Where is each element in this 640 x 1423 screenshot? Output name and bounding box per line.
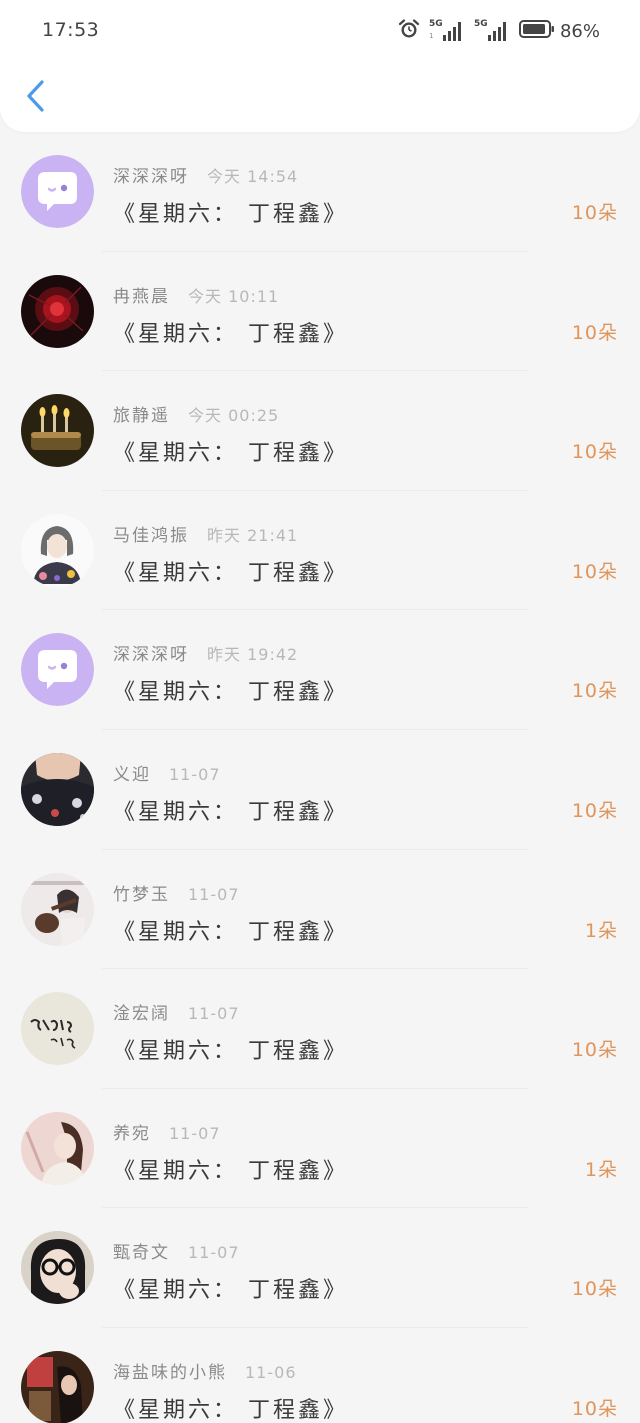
list-item-10[interactable]: 甄奇文 11-07 《星期六： 丁程鑫》 10朵 (0, 1208, 640, 1328)
flower-count: 10朵 (571, 1039, 618, 1062)
list-item-1[interactable]: 深深深呀 今天 14:54 《星期六： 丁程鑫》 10朵 (0, 132, 640, 252)
sender-name[interactable]: 旅静遥 (113, 401, 170, 426)
list-item-9[interactable]: 养宛 11-07 《星期六： 丁程鑫》 1朵 (0, 1089, 640, 1209)
list-item-3[interactable]: 旅静遥 今天 00:25 《星期六： 丁程鑫》 10朵 (0, 371, 640, 491)
item-meta: 海盐味的小熊 11-06 (113, 1358, 297, 1383)
sender-name[interactable]: 深深深呀 (113, 162, 189, 187)
back-button[interactable] (18, 78, 54, 118)
item-title: 《星期六： 丁程鑫》 (113, 202, 348, 227)
signal-5g-icon-2: 5G (474, 19, 510, 43)
item-meta: 养宛 11-07 (113, 1119, 221, 1144)
avatar-glasses-girl[interactable] (21, 1231, 94, 1305)
list-item-7[interactable]: 竹梦玉 11-07 《星期六： 丁程鑫》 1朵 (0, 850, 640, 970)
avatar-floral-dress[interactable] (21, 752, 94, 826)
flower-count: 10朵 (571, 321, 618, 344)
sender-name[interactable]: 甄奇文 (113, 1238, 170, 1263)
timestamp: 昨天 21:41 (207, 525, 299, 545)
avatar-red-flower[interactable] (21, 274, 94, 348)
list-item-4[interactable]: 马佳鸿振 昨天 21:41 《星期六： 丁程鑫》 10朵 (0, 491, 640, 611)
timestamp: 今天 14:54 (207, 167, 299, 186)
list-item-5[interactable]: 深深深呀 昨天 19:42 《星期六： 丁程鑫》 10朵 (0, 610, 640, 730)
status-icons: 5G 1 5G 86% (398, 18, 600, 44)
timestamp: 11-07 (169, 1123, 221, 1143)
item-title: 《星期六： 丁程鑫》 (113, 680, 348, 706)
sender-name[interactable]: 竹梦玉 (113, 880, 170, 905)
avatar-portrait-girl[interactable] (21, 1111, 94, 1185)
item-meta: 深深深呀 昨天 19:42 (113, 640, 298, 665)
top-header: 17:53 5G 1 5G 86% (0, 0, 640, 132)
timestamp: 11-07 (169, 764, 221, 784)
avatar-calligraphy[interactable] (21, 992, 94, 1066)
battery-indicator: 86% (518, 19, 600, 43)
item-title: 《星期六： 丁程鑫》 (113, 1397, 348, 1423)
item-meta: 义迎 11-07 (113, 760, 221, 785)
item-title: 《星期六： 丁程鑫》 (113, 321, 348, 347)
item-title: 《星期六： 丁程鑫》 (113, 441, 348, 467)
flower-count: 10朵 (571, 560, 618, 583)
avatar-illustration-girl[interactable] (21, 513, 94, 587)
flower-count: 10朵 (571, 680, 618, 703)
item-meta: 竹梦玉 11-07 (113, 880, 240, 905)
item-meta: 旅静遥 今天 00:25 (113, 401, 279, 426)
timestamp: 11-06 (245, 1362, 297, 1382)
item-meta: 冉燕晨 今天 10:11 (113, 282, 279, 307)
flower-count: 1朵 (584, 1158, 618, 1181)
list-item-6[interactable]: 义迎 11-07 《星期六： 丁程鑫》 10朵 (0, 730, 640, 850)
avatar-chat-bubble[interactable] (21, 633, 94, 707)
avatar-candles[interactable] (21, 394, 94, 468)
flower-count: 10朵 (571, 1397, 618, 1420)
avatar-window-girl[interactable] (21, 1350, 94, 1423)
sender-name[interactable]: 淦宏阔 (113, 999, 170, 1024)
item-title: 《星期六： 丁程鑫》 (113, 1278, 348, 1304)
timestamp: 今天 10:11 (188, 286, 280, 306)
sender-name[interactable]: 海盐味的小熊 (113, 1358, 227, 1383)
timestamp: 昨天 19:42 (207, 645, 299, 665)
item-title: 《星期六： 丁程鑫》 (113, 1158, 348, 1184)
timestamp: 今天 00:25 (188, 406, 280, 426)
chevron-left-icon (25, 79, 47, 117)
list-item-2[interactable]: 冉燕晨 今天 10:11 《星期六： 丁程鑫》 10朵 (0, 252, 640, 372)
flower-count: 10朵 (571, 1278, 618, 1301)
timestamp: 11-07 (188, 884, 240, 904)
flower-count: 1朵 (584, 919, 618, 942)
avatar-guitar-girl[interactable] (21, 872, 94, 946)
flower-count: 10朵 (571, 441, 618, 464)
item-meta: 马佳鸿振 昨天 21:41 (113, 521, 298, 546)
flower-count: 10朵 (571, 799, 618, 822)
sender-name[interactable]: 义迎 (113, 760, 151, 785)
timestamp: 11-07 (188, 1004, 240, 1024)
item-title: 《星期六： 丁程鑫》 (113, 560, 348, 586)
signal-5g-icon-1: 5G 1 (429, 19, 465, 43)
list-item-11[interactable]: 海盐味的小熊 11-06 《星期六： 丁程鑫》 10朵 (0, 1328, 640, 1423)
sender-name[interactable]: 冉燕晨 (113, 282, 170, 307)
gift-record-list: 深深深呀 今天 14:54 《星期六： 丁程鑫》 10朵 冉燕晨 今天 10:1… (0, 132, 640, 1423)
item-title: 《星期六： 丁程鑫》 (113, 799, 348, 825)
item-meta: 深深深呀 今天 14:54 (113, 162, 298, 187)
status-time: 17:53 (42, 19, 100, 41)
item-meta: 甄奇文 11-07 (113, 1238, 240, 1263)
sender-name[interactable]: 深深深呀 (113, 640, 189, 665)
item-title: 《星期六： 丁程鑫》 (113, 919, 348, 945)
avatar-chat-bubble[interactable] (21, 155, 94, 228)
sender-name[interactable]: 马佳鸿振 (113, 521, 189, 546)
timestamp: 11-07 (188, 1243, 240, 1263)
battery-percent: 86% (559, 20, 600, 42)
flower-count: 10朵 (571, 202, 618, 224)
item-title: 《星期六： 丁程鑫》 (113, 1039, 348, 1065)
list-item-8[interactable]: 淦宏阔 11-07 《星期六： 丁程鑫》 10朵 (0, 969, 640, 1089)
item-meta: 淦宏阔 11-07 (113, 999, 240, 1024)
sender-name[interactable]: 养宛 (113, 1119, 151, 1144)
alarm-icon (398, 18, 420, 44)
status-bar: 17:53 5G 1 5G 86% (0, 0, 640, 62)
battery-icon (518, 19, 555, 43)
